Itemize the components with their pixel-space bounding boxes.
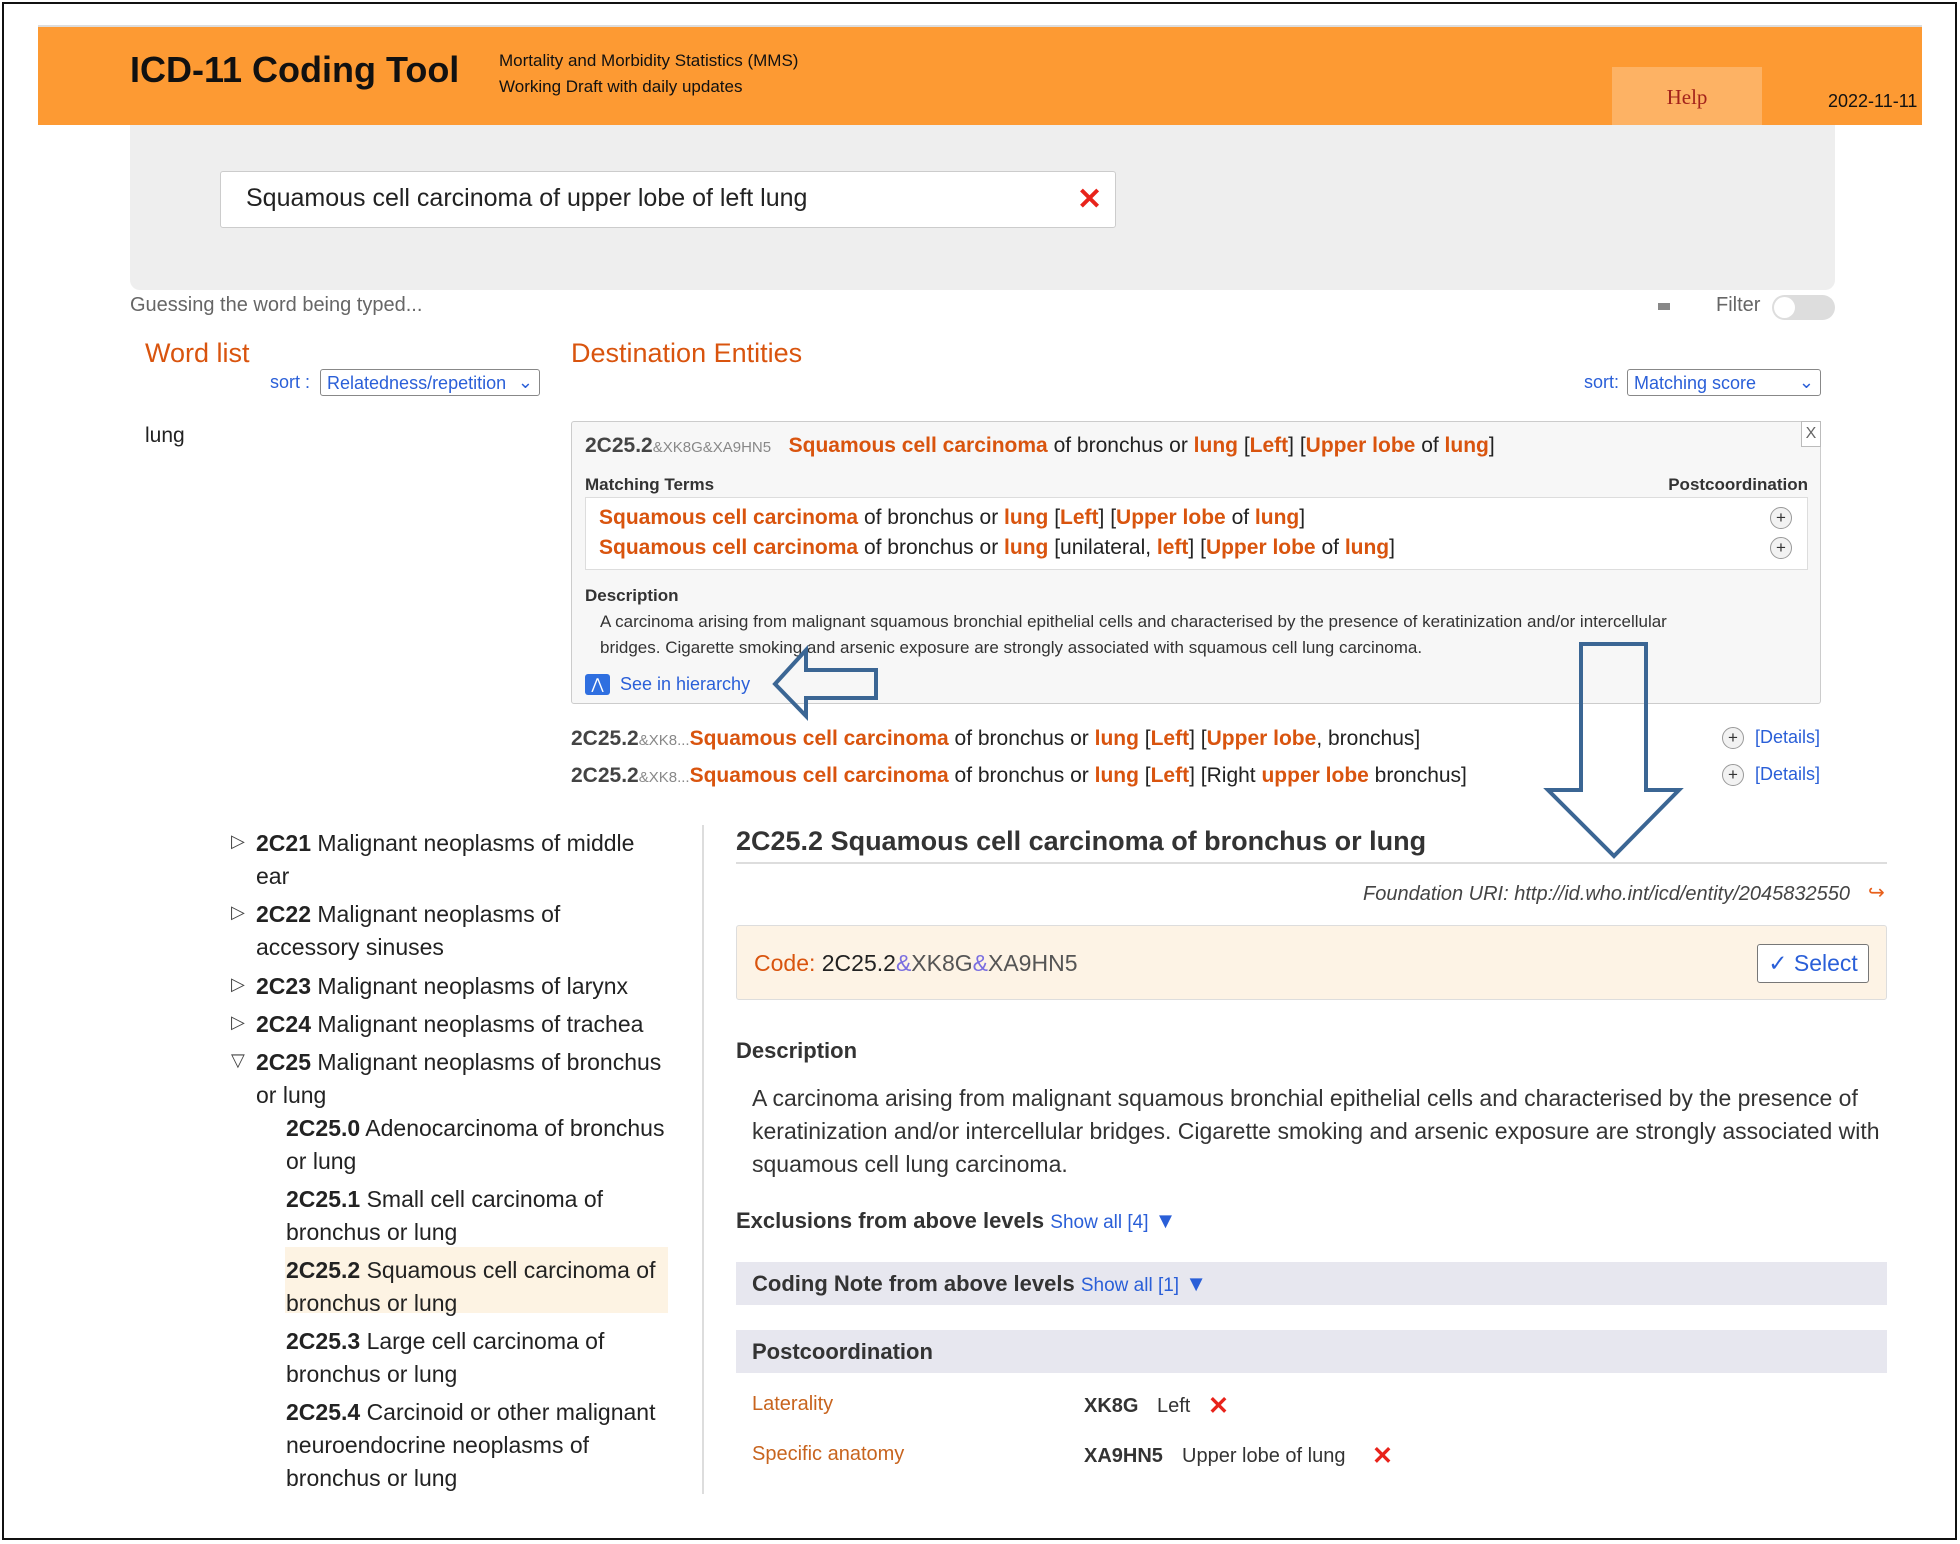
tree-item[interactable]: 2C22 Malignant neoplasms of accessory si… xyxy=(256,898,666,964)
select-button[interactable]: ✓ Select xyxy=(1757,944,1869,983)
expand-triangle-icon[interactable]: ▼ xyxy=(1155,1208,1177,1233)
expand-triangle-icon[interactable]: ▷ xyxy=(231,902,245,923)
expand-triangle-icon[interactable]: ▷ xyxy=(231,831,245,852)
coding-note-label: Coding Note from above levels xyxy=(752,1271,1075,1296)
tree-item-code: 2C25 xyxy=(256,1049,311,1075)
tree-item-code: 2C25.0 xyxy=(286,1115,361,1141)
remove-icon[interactable]: ✕ xyxy=(1208,1391,1229,1421)
tree-item-code: 2C25.3 xyxy=(286,1328,361,1354)
tree-item-code: 2C25.4 xyxy=(286,1399,361,1425)
code-stem: 2C25.2 xyxy=(821,950,896,976)
tree-item[interactable]: 2C21 Malignant neoplasms of middle ear xyxy=(256,827,666,893)
post-value: Left xyxy=(1157,1395,1191,1417)
tree-item-code: 2C21 xyxy=(256,830,311,856)
tree-item[interactable]: 2C24 Malignant neoplasms of trachea xyxy=(256,1008,666,1041)
tree-item-code: 2C25.1 xyxy=(286,1186,361,1212)
collapse-triangle-icon[interactable]: ▽ xyxy=(231,1050,245,1071)
exclusions-show-all[interactable]: Show all [4] xyxy=(1050,1212,1148,1233)
divider xyxy=(736,862,1887,864)
expand-triangle-icon[interactable]: ▼ xyxy=(1185,1271,1207,1296)
remove-icon[interactable]: ✕ xyxy=(1372,1441,1393,1471)
divider xyxy=(702,825,704,1494)
code-separator: & xyxy=(972,950,988,976)
down-arrow-icon xyxy=(1543,642,1684,859)
tree-item-code: 2C24 xyxy=(256,1011,311,1037)
tree-item[interactable]: 2C25 Malignant neoplasms of bronchus or … xyxy=(256,1046,666,1112)
postcoordination-band: Postcoordination xyxy=(736,1330,1887,1373)
left-arrow-icon xyxy=(772,644,878,721)
foundation-uri[interactable]: Foundation URI: http://id.who.int/icd/en… xyxy=(1363,883,1850,906)
expand-triangle-icon[interactable]: ▷ xyxy=(231,1012,245,1033)
description-label: Description xyxy=(736,1038,858,1063)
tree-item[interactable]: 2C25.2 Squamous cell carcinoma of bronch… xyxy=(286,1254,669,1320)
detail-title: 2C25.2 Squamous cell carcinoma of bronch… xyxy=(736,826,1427,856)
post-code: XA9HN5 xyxy=(1084,1445,1163,1467)
tree-item[interactable]: 2C23 Malignant neoplasms of larynx xyxy=(256,970,666,1003)
tree-item-label: Malignant neoplasms of middle ear xyxy=(256,830,635,889)
tree-item-label: Malignant neoplasms of trachea xyxy=(317,1011,644,1037)
post-code: XK8G xyxy=(1084,1395,1139,1417)
axis-laterality: Laterality xyxy=(752,1393,834,1415)
tree-item-label: Malignant neoplasms of bronchus or lung xyxy=(256,1049,662,1108)
code-box: Code: 2C25.2&XK8G&XA9HN5 ✓ Select xyxy=(736,925,1887,1000)
exclusions-label: Exclusions from above levels xyxy=(736,1208,1045,1233)
postcoordination-heading: Postcoordination xyxy=(752,1339,933,1364)
tree-item[interactable]: 2C25.3 Large cell carcinoma of bronchus … xyxy=(286,1325,669,1391)
code-ext: XK8G xyxy=(911,950,973,976)
post-value: Upper lobe of lung xyxy=(1182,1445,1346,1467)
tree-item[interactable]: 2C25.4 Carcinoid or other malignant neur… xyxy=(286,1396,669,1495)
tree-item-code: 2C25.2 xyxy=(286,1257,361,1283)
tree-item-code: 2C23 xyxy=(256,973,311,999)
detail-description: A carcinoma arising from malignant squam… xyxy=(752,1085,1880,1177)
tree-item-code: 2C22 xyxy=(256,901,311,927)
expand-triangle-icon[interactable]: ▷ xyxy=(231,974,245,995)
tree-item[interactable]: 2C25.1 Small cell carcinoma of bronchus … xyxy=(286,1183,669,1249)
code-ext: XA9HN5 xyxy=(988,950,1078,976)
coding-note-band: Coding Note from above levels Show all [… xyxy=(736,1262,1887,1305)
code-separator: & xyxy=(895,950,912,976)
axis-specific-anatomy: Specific anatomy xyxy=(752,1443,905,1465)
code-label: Code: xyxy=(754,950,816,976)
tree-item-label: Malignant neoplasms of larynx xyxy=(317,973,629,999)
external-link-icon[interactable]: ↪ xyxy=(1868,880,1885,905)
coding-note-show-all[interactable]: Show all [1] xyxy=(1081,1275,1179,1296)
tree-item[interactable]: 2C25.0 Adenocarcinoma of bronchus or lun… xyxy=(286,1112,669,1178)
